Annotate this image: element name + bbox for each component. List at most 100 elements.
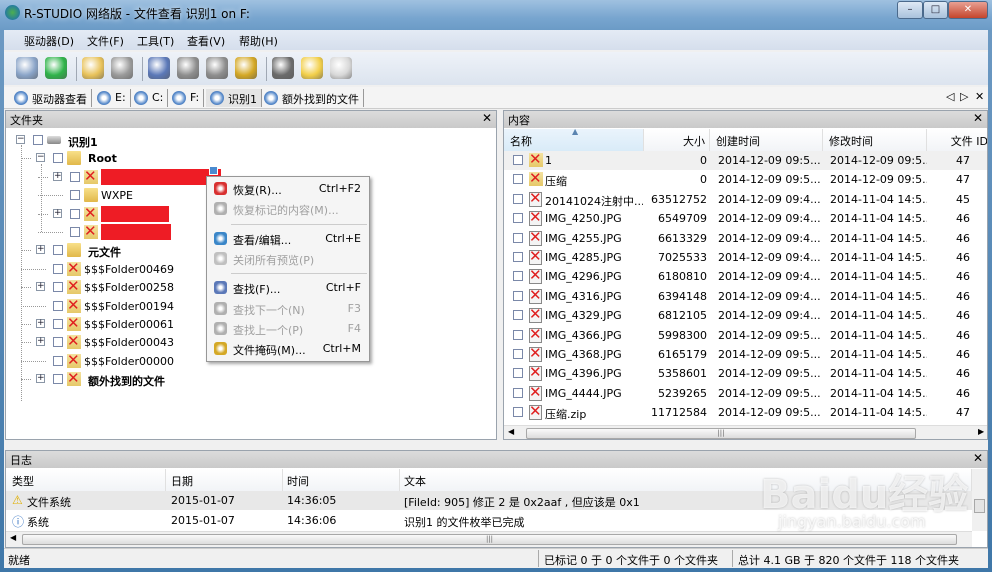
file-row[interactable]: IMG_4296.JPG 6180810 2014-12-09 09:4... 201… bbox=[504, 266, 987, 286]
file-checkbox[interactable] bbox=[513, 310, 523, 321]
scrollbar-thumb[interactable]: ||| bbox=[22, 534, 957, 545]
tree-checkbox[interactable] bbox=[53, 300, 63, 311]
file-row[interactable]: IMG_4316.JPG 6394148 2014-12-09 09:4... 201… bbox=[504, 286, 987, 306]
file-checkbox[interactable] bbox=[513, 368, 523, 379]
tab-prev-button[interactable]: ◁ bbox=[946, 90, 954, 103]
expand-icon[interactable]: + bbox=[36, 337, 45, 347]
scroll-left-icon[interactable]: ◀ bbox=[10, 533, 16, 542]
file-checkbox[interactable] bbox=[513, 329, 523, 340]
file-row[interactable]: IMG_4396.JPG 5358601 2014-12-09 09:5... 201… bbox=[504, 363, 987, 383]
log-row[interactable]: ⚠ 文件系统 2015-01-07 14:36:05 [FileId: 905] 修正 … bbox=[6, 491, 972, 510]
file-row[interactable]: IMG_4250.JPG 6549709 2014-12-09 09:4... 201… bbox=[504, 208, 987, 228]
find-next-button[interactable] bbox=[177, 57, 199, 79]
connect-drive-button[interactable] bbox=[16, 57, 38, 79]
file-checkbox[interactable] bbox=[513, 232, 523, 243]
recover-button[interactable] bbox=[82, 57, 104, 79]
scroll-right-icon[interactable]: ▶ bbox=[978, 427, 984, 436]
close-pane-button[interactable]: ✕ bbox=[482, 111, 492, 125]
column-file-id[interactable]: 文件 ID bbox=[927, 129, 987, 151]
file-row[interactable]: IMG_4329.JPG 6812105 2014-12-09 09:4... 201… bbox=[504, 305, 987, 325]
column-text[interactable]: 文本 bbox=[400, 469, 972, 491]
tree-checkbox[interactable] bbox=[70, 208, 80, 219]
file-checkbox[interactable] bbox=[513, 349, 523, 359]
context-menu-item[interactable]: 恢复(R)... Ctrl+F2 bbox=[209, 179, 367, 199]
menu-help[interactable]: 帮助(H) bbox=[239, 33, 278, 49]
close-pane-button[interactable]: ✕ bbox=[973, 451, 983, 465]
file-row[interactable]: IMG_4444.JPG 5239265 2014-12-09 09:5... 201… bbox=[504, 383, 987, 403]
tab-extra-found-files[interactable]: 额外找到的文件 bbox=[260, 89, 364, 107]
expand-icon[interactable]: + bbox=[53, 171, 62, 181]
vertical-scrollbar[interactable] bbox=[972, 469, 987, 531]
file-row[interactable]: 20141024注射中... 63512752 2014-12-09 09:4...… bbox=[504, 189, 987, 209]
tree-checkbox[interactable] bbox=[53, 374, 63, 385]
tree-checkbox[interactable] bbox=[53, 337, 63, 348]
column-type[interactable]: 类型 bbox=[6, 469, 166, 491]
expand-icon[interactable]: + bbox=[36, 319, 45, 328]
expand-icon[interactable]: + bbox=[53, 208, 62, 218]
file-checkbox[interactable] bbox=[513, 252, 523, 262]
scrollbar-thumb[interactable] bbox=[974, 499, 985, 513]
menu-file[interactable]: 文件(F) bbox=[87, 33, 124, 49]
tab-next-button[interactable]: ▷ bbox=[960, 90, 968, 103]
close-pane-button[interactable]: ✕ bbox=[973, 111, 983, 125]
collapse-icon[interactable]: − bbox=[36, 153, 45, 163]
file-checkbox[interactable] bbox=[513, 407, 523, 418]
expand-icon[interactable]: + bbox=[36, 282, 45, 292]
expand-icon[interactable]: + bbox=[36, 245, 45, 255]
find-previous-button[interactable] bbox=[206, 57, 228, 79]
tab-c[interactable]: C: bbox=[130, 89, 169, 107]
file-checkbox[interactable] bbox=[513, 271, 523, 282]
menu-drive[interactable]: 驱动器(D) bbox=[24, 33, 74, 49]
tree-node[interactable]: + 额外找到的文件 bbox=[6, 369, 496, 388]
tree-checkbox[interactable] bbox=[33, 135, 43, 145]
tab-close-button[interactable]: ✕ bbox=[975, 90, 984, 103]
scroll-left-icon[interactable]: ◀ bbox=[508, 427, 514, 436]
tree-checkbox[interactable] bbox=[53, 282, 63, 293]
horizontal-scrollbar[interactable]: ◀ ||| bbox=[6, 531, 972, 547]
file-checkbox[interactable] bbox=[513, 387, 523, 398]
file-mask-button[interactable] bbox=[235, 57, 257, 79]
collapse-icon[interactable]: − bbox=[16, 135, 25, 144]
tree-node[interactable]: − Root bbox=[6, 149, 496, 167]
log-row[interactable]: ⓘ 系统 2015-01-07 14:36:06 识别1 的文件枚举已完成 bbox=[6, 511, 972, 530]
column-modified[interactable]: 修改时间 bbox=[823, 129, 927, 151]
tree-checkbox[interactable] bbox=[53, 355, 63, 366]
tab-e[interactable]: E: bbox=[93, 89, 131, 107]
file-row[interactable]: IMG_4255.JPG 6613329 2014-12-09 09:4... 201… bbox=[504, 228, 987, 248]
file-checkbox[interactable] bbox=[513, 174, 523, 185]
menu-view[interactable]: 查看(V) bbox=[187, 33, 225, 49]
column-created[interactable]: 创建时间 bbox=[710, 129, 823, 151]
maximize-button[interactable]: □ bbox=[923, 1, 948, 19]
scrollbar-thumb[interactable]: ||| bbox=[526, 428, 916, 439]
column-size[interactable]: 大小 bbox=[644, 129, 710, 151]
recover-marked-button[interactable] bbox=[111, 57, 133, 79]
context-menu-item[interactable]: 查看/编辑... Ctrl+E bbox=[209, 229, 367, 249]
tree-checkbox[interactable] bbox=[53, 153, 63, 164]
context-menu-item[interactable]: 文件掩码(M)... Ctrl+M bbox=[209, 339, 367, 359]
tree-checkbox[interactable] bbox=[70, 227, 80, 237]
column-date[interactable]: 日期 bbox=[166, 469, 283, 491]
context-menu-item[interactable]: 查找(F)... Ctrl+F bbox=[209, 278, 367, 298]
column-time[interactable]: 时间 bbox=[283, 469, 400, 491]
close-button[interactable]: ✕ bbox=[948, 1, 988, 19]
file-row[interactable]: 1 0 2014-12-09 09:5... 2014-12-09 09:5... 47 bbox=[504, 150, 987, 170]
file-checkbox[interactable] bbox=[513, 193, 523, 204]
tree-checkbox[interactable] bbox=[53, 319, 63, 329]
file-checkbox[interactable] bbox=[513, 290, 523, 301]
file-row[interactable]: 压缩 0 2014-12-09 09:5... 2014-12-09 09:5... 4… bbox=[504, 169, 987, 189]
file-row[interactable]: IMG_4368.JPG 6165179 2014-12-09 09:5... 201… bbox=[504, 344, 987, 364]
stop-button[interactable] bbox=[272, 57, 294, 79]
horizontal-scrollbar[interactable]: ◀ ||| ▶ bbox=[504, 425, 987, 439]
tree-checkbox[interactable] bbox=[70, 171, 80, 182]
tab-drive-view[interactable]: 驱动器查看 bbox=[10, 89, 92, 107]
expand-icon[interactable]: + bbox=[36, 374, 45, 384]
minimize-button[interactable]: – bbox=[897, 1, 923, 19]
tree-checkbox[interactable] bbox=[53, 263, 63, 274]
column-name[interactable]: 名称 ▲ bbox=[504, 127, 644, 151]
menu-tools[interactable]: 工具(T) bbox=[137, 33, 174, 49]
tab-scan-1[interactable]: 识别1 bbox=[206, 89, 262, 107]
tree-checkbox[interactable] bbox=[70, 190, 80, 201]
file-row[interactable]: 压缩.zip 11712584 2014-12-09 09:5... 2014-11-… bbox=[504, 402, 987, 422]
file-checkbox[interactable] bbox=[513, 213, 523, 224]
tree-node[interactable]: − 识别1 bbox=[6, 131, 496, 149]
